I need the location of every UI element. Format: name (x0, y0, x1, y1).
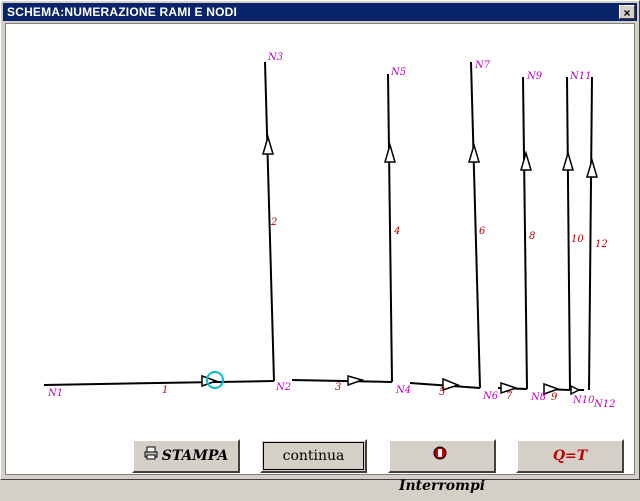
arrow-branch-4 (383, 142, 397, 163)
node-label-n9: N9 (526, 71, 543, 82)
branch-label-6: 6 (479, 226, 486, 237)
branch-label-9: 9 (551, 392, 558, 403)
arrow-branch-3 (347, 375, 365, 387)
branch-label-10: 10 (571, 234, 584, 245)
schema-canvas: N1 N2 N3 N4 N5 N6 N7 N8 N9 N10 N11 N12 1… (5, 23, 635, 475)
stampa-button[interactable]: STAMPA (132, 439, 240, 473)
arrow-branch-10 (561, 150, 575, 171)
title-bar: SCHEMA:NUMERAZIONE RAMI E NODI × (3, 3, 637, 21)
node-label-n6: N6 (482, 391, 499, 402)
network-diagram: N1 N2 N3 N4 N5 N6 N7 N8 N9 N10 N11 N12 1… (43, 52, 615, 410)
branch-label-4: 4 (393, 226, 400, 237)
arrow-branch-11 (570, 384, 581, 396)
continua-button[interactable]: continua (260, 439, 367, 473)
branch-label-12: 12 (595, 239, 608, 250)
node-label-n5: N5 (390, 67, 406, 78)
branch-label-7: 7 (506, 391, 513, 402)
branch-label-2: 2 (270, 217, 277, 228)
branch-label-8: 8 (529, 231, 535, 242)
node-label-n7: N7 (474, 60, 491, 71)
close-icon: × (623, 6, 631, 20)
branch-label-5: 5 (439, 387, 445, 398)
interrompi-label: Interrompi (398, 478, 486, 494)
branch-6-line (470, 61, 481, 389)
node-label-n12: N12 (593, 399, 615, 410)
branch-12-line (588, 76, 593, 391)
stop-icon (433, 441, 447, 471)
arrow-branch-6 (467, 142, 481, 163)
continua-label: continua (282, 448, 345, 464)
node-label-n3: N3 (267, 52, 283, 63)
qt-button[interactable]: Q=T (516, 439, 624, 473)
arrow-branch-2 (261, 134, 275, 155)
app-window: SCHEMA:NUMERAZIONE RAMI E NODI × N1 N2 N… (0, 0, 640, 494)
branch-4-line (387, 73, 393, 383)
branch-label-1: 1 (162, 385, 168, 396)
close-button[interactable]: × (619, 5, 635, 20)
node-label-n1: N1 (47, 388, 63, 399)
branch-10-line (566, 76, 571, 391)
arrow-branch-8 (519, 150, 533, 171)
node-label-n11: N11 (569, 71, 591, 82)
qt-label: Q=T (552, 448, 588, 464)
branch-8-line (522, 76, 528, 390)
node-label-n10: N10 (572, 395, 595, 406)
branch-1-line (43, 380, 275, 386)
window-title: SCHEMA:NUMERAZIONE RAMI E NODI (7, 5, 237, 19)
stampa-label: STAMPA (161, 448, 229, 464)
node-label-n8: N8 (530, 392, 546, 403)
node-label-n2: N2 (275, 382, 291, 393)
arrow-branch-12 (585, 157, 599, 178)
printer-icon (144, 441, 158, 471)
interrompi-button[interactable]: Interrompi (388, 439, 496, 494)
branch-label-3: 3 (335, 382, 341, 393)
branch-3-line (291, 379, 393, 383)
node-label-n4: N4 (395, 385, 411, 396)
